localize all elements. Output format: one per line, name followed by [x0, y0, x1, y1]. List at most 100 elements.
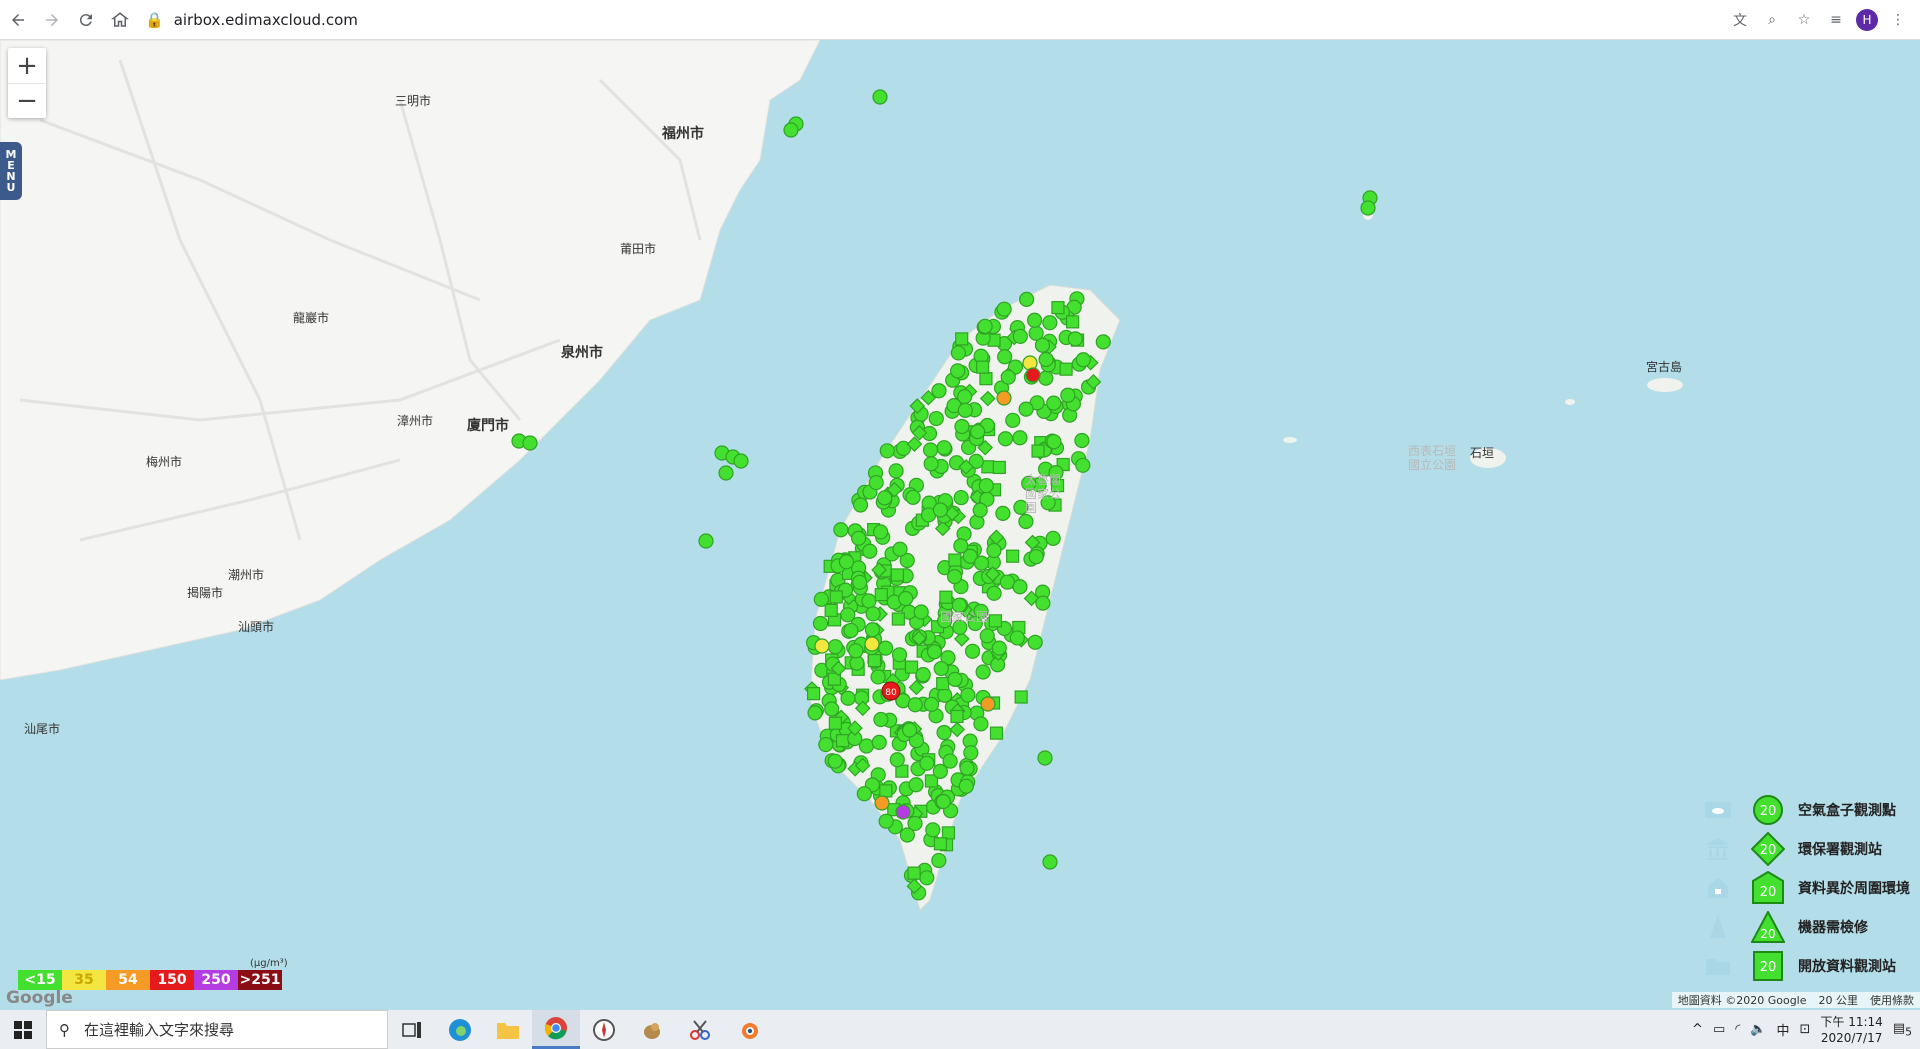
sensor-marker[interactable]	[988, 614, 1002, 628]
sensor-marker[interactable]	[939, 590, 953, 604]
sensor-marker[interactable]	[827, 753, 843, 769]
media-icon[interactable]: ≡	[1824, 8, 1848, 32]
sensor-marker[interactable]	[868, 474, 884, 491]
sensor-marker[interactable]	[1035, 595, 1051, 611]
sensor-marker[interactable]	[996, 301, 1012, 317]
sensor-marker[interactable]	[878, 813, 894, 829]
sensor-marker[interactable]	[995, 505, 1011, 522]
volume-icon[interactable]: 🔈	[1750, 1022, 1766, 1037]
sensor-marker[interactable]	[931, 852, 947, 869]
sensor-marker[interactable]	[933, 660, 949, 677]
sensor-marker[interactable]	[1009, 630, 1025, 646]
file-explorer-app[interactable]	[484, 1010, 532, 1049]
sensor-marker[interactable]	[814, 638, 830, 654]
sensor-marker[interactable]	[1051, 301, 1065, 315]
zoom-icon[interactable]: ⌕	[1760, 8, 1784, 32]
sensor-marker[interactable]	[818, 736, 834, 753]
sensor-marker[interactable]	[835, 734, 850, 748]
sensor-marker[interactable]	[856, 786, 872, 802]
sensor-marker[interactable]	[861, 593, 877, 609]
sensor-marker[interactable]	[1031, 444, 1045, 458]
sensor-marker[interactable]	[936, 724, 952, 741]
sensor-marker[interactable]	[950, 363, 966, 379]
more-menu-icon[interactable]: ⋮	[1886, 8, 1910, 32]
menu-tab[interactable]: M E N U	[0, 142, 22, 200]
sensor-marker[interactable]	[960, 687, 976, 703]
sensor-marker[interactable]	[833, 522, 849, 538]
sensor-marker[interactable]	[936, 677, 950, 691]
sensor-marker[interactable]	[871, 734, 887, 750]
sensor-marker[interactable]	[941, 826, 956, 840]
sensor-marker[interactable]	[1360, 200, 1376, 216]
sensor-marker[interactable]	[1067, 331, 1083, 347]
sensor-marker[interactable]	[865, 606, 881, 622]
sensor-marker[interactable]	[1026, 312, 1043, 328]
compass-app[interactable]	[580, 1010, 628, 1049]
sensor-marker[interactable]	[807, 705, 823, 721]
zoom-out-button[interactable]: −	[8, 83, 46, 118]
sensor-marker[interactable]	[946, 569, 963, 585]
sensor-marker[interactable]	[862, 543, 878, 559]
sensor-marker[interactable]	[973, 555, 990, 571]
sensor-marker[interactable]	[1060, 387, 1076, 403]
sensor-marker[interactable]	[1045, 530, 1061, 546]
sensor-marker[interactable]	[979, 390, 996, 407]
sensor-marker[interactable]	[957, 402, 973, 418]
taskbar-search[interactable]: ⚲ 在這裡輸入文字來搜尋	[46, 1010, 388, 1049]
sensor-marker[interactable]	[1019, 291, 1035, 307]
sensor-marker[interactable]	[928, 410, 944, 427]
sensor-marker[interactable]	[874, 588, 888, 602]
sensor-marker[interactable]	[977, 318, 993, 334]
sensor-marker[interactable]	[933, 837, 948, 851]
sensor-marker[interactable]	[942, 753, 958, 769]
sensor-marker[interactable]	[950, 709, 964, 724]
sensor-marker[interactable]	[891, 612, 905, 626]
sensor-marker[interactable]	[864, 622, 880, 638]
sensor-marker[interactable]	[959, 760, 975, 776]
sensor-marker[interactable]	[852, 497, 869, 513]
edge-app[interactable]	[436, 1010, 484, 1049]
back-button[interactable]	[2, 4, 34, 36]
sensor-marker[interactable]	[1074, 432, 1090, 449]
sensor-marker[interactable]	[1075, 457, 1091, 473]
sensor-marker[interactable]	[991, 640, 1007, 656]
reload-button[interactable]	[70, 4, 102, 36]
sensor-marker[interactable]	[813, 591, 829, 607]
sensor-marker[interactable]	[828, 716, 842, 730]
sensor-marker[interactable]	[783, 122, 799, 138]
sensor-marker[interactable]	[907, 866, 921, 880]
sensor-marker[interactable]	[879, 784, 893, 798]
sensor-marker[interactable]	[1014, 690, 1028, 704]
system-clock[interactable]: 下午 11:14 2020/7/17	[1820, 1014, 1882, 1046]
sensor-marker[interactable]	[851, 530, 867, 546]
sensor-marker[interactable]	[919, 755, 935, 771]
sensor-marker[interactable]	[949, 721, 966, 738]
home-button[interactable]	[104, 4, 136, 36]
sensor-marker[interactable]	[979, 628, 995, 644]
sensor-marker[interactable]	[931, 383, 947, 399]
ime-indicator[interactable]: 中	[1776, 1020, 1789, 1039]
sensor-marker[interactable]	[937, 687, 953, 703]
translate-icon[interactable]: 文	[1728, 8, 1752, 32]
sensor-marker[interactable]	[891, 647, 908, 663]
sensor-marker[interactable]	[827, 639, 843, 655]
sensor-marker[interactable]	[997, 349, 1013, 365]
sensor-marker[interactable]	[1042, 854, 1058, 870]
sensor-marker[interactable]	[1000, 369, 1016, 385]
sensor-marker[interactable]	[733, 453, 749, 469]
sensor-marker[interactable]	[976, 360, 990, 374]
sensor-marker[interactable]	[1038, 370, 1054, 386]
sensor-marker[interactable]	[843, 622, 859, 639]
sensor-marker[interactable]	[955, 332, 969, 346]
sensor-marker[interactable]	[935, 793, 951, 810]
sensor-marker[interactable]	[1012, 579, 1028, 595]
task-view-button[interactable]	[388, 1010, 436, 1049]
sensor-marker[interactable]	[948, 553, 962, 567]
sensor-marker[interactable]	[1042, 315, 1058, 331]
sensor-marker[interactable]	[824, 603, 838, 618]
sensor-marker[interactable]	[1018, 401, 1034, 417]
sensor-marker[interactable]	[877, 490, 893, 506]
sensor-marker[interactable]	[964, 643, 981, 659]
sensor-marker[interactable]	[824, 701, 840, 717]
terms-link[interactable]: 使用條款	[1870, 992, 1914, 1008]
